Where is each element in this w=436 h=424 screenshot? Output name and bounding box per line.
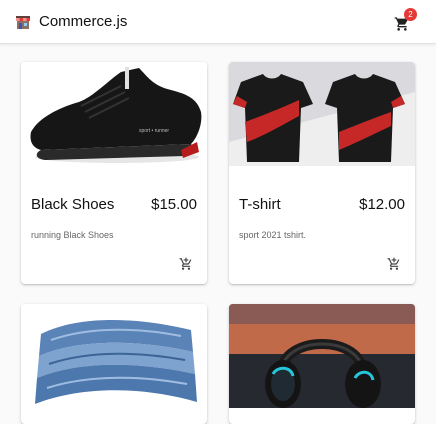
- jeans-image: [21, 304, 207, 408]
- brand[interactable]: Commerce.js: [15, 13, 127, 30]
- add-to-cart-icon[interactable]: [179, 257, 193, 271]
- app-bar: Commerce.js 2: [0, 0, 436, 44]
- tshirt-image: [229, 62, 415, 166]
- product-description: running Black Shoes: [31, 230, 114, 240]
- add-to-cart-icon[interactable]: [387, 257, 401, 271]
- cart-button[interactable]: 2: [394, 8, 417, 32]
- product-description: sport 2021 tshirt.: [239, 230, 307, 240]
- product-card-jeans[interactable]: [21, 304, 207, 424]
- product-grid: sport • runner Black Shoes $15.00 runnin…: [0, 44, 436, 424]
- product-name: T-shirt: [239, 196, 281, 213]
- product-card-headset[interactable]: [229, 304, 415, 424]
- headset-image: [229, 304, 415, 408]
- product-price: $12.00: [359, 196, 405, 213]
- svg-text:sport • runner: sport • runner: [139, 128, 169, 134]
- product-card-t-shirt[interactable]: T-shirt $12.00 sport 2021 tshirt.: [229, 62, 415, 284]
- product-price: $15.00: [151, 196, 197, 213]
- product-card-black-shoes[interactable]: sport • runner Black Shoes $15.00 runnin…: [21, 62, 207, 284]
- store-icon: [16, 15, 30, 29]
- cart-count-badge: 2: [404, 8, 417, 21]
- shoe-image: sport • runner: [21, 62, 207, 166]
- product-name: Black Shoes: [31, 196, 115, 213]
- brand-title: Commerce.js: [39, 13, 128, 30]
